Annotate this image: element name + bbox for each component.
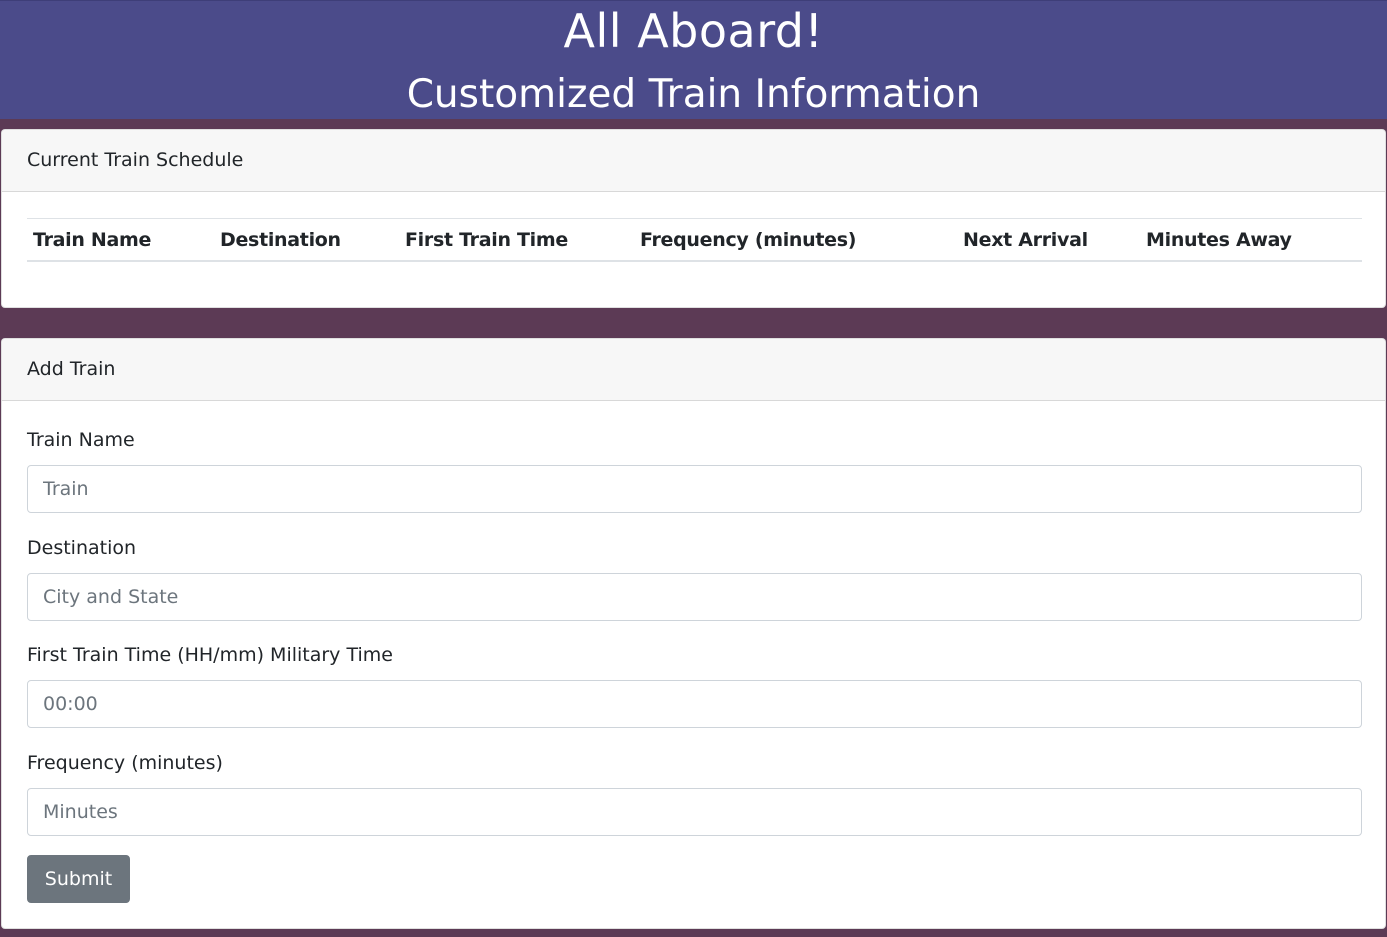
column-header-minutes-away: Minutes Away — [1146, 229, 1292, 251]
first-train-time-label: First Train Time (HH/mm) Military Time — [27, 644, 393, 666]
schedule-card-header: Current Train Schedule — [2, 130, 1385, 192]
train-name-input[interactable] — [27, 465, 1362, 513]
column-header-train-name: Train Name — [33, 229, 152, 251]
column-header-first-train-time: First Train Time — [405, 229, 568, 251]
column-header-destination: Destination — [220, 229, 341, 251]
page-header: All Aboard! Customized Train Information — [0, 0, 1387, 119]
frequency-input[interactable] — [27, 788, 1362, 836]
page-title: All Aboard! — [563, 4, 824, 58]
submit-button[interactable]: Submit — [27, 855, 130, 903]
train-name-label: Train Name — [27, 429, 135, 451]
column-header-next-arrival: Next Arrival — [963, 229, 1088, 251]
add-train-card-header: Add Train — [2, 339, 1385, 401]
train-schedule-card: Current Train Schedule Train Name Destin… — [1, 129, 1386, 308]
destination-label: Destination — [27, 537, 137, 559]
frequency-label: Frequency (minutes) — [27, 752, 223, 774]
page-subtitle: Customized Train Information — [406, 72, 981, 117]
add-train-card: Add Train Train Name Destination First T… — [1, 338, 1386, 929]
destination-input[interactable] — [27, 573, 1362, 621]
first-train-time-input[interactable] — [27, 680, 1362, 728]
schedule-table: Train Name Destination First Train Time … — [27, 218, 1362, 262]
column-header-frequency: Frequency (minutes) — [640, 229, 857, 251]
